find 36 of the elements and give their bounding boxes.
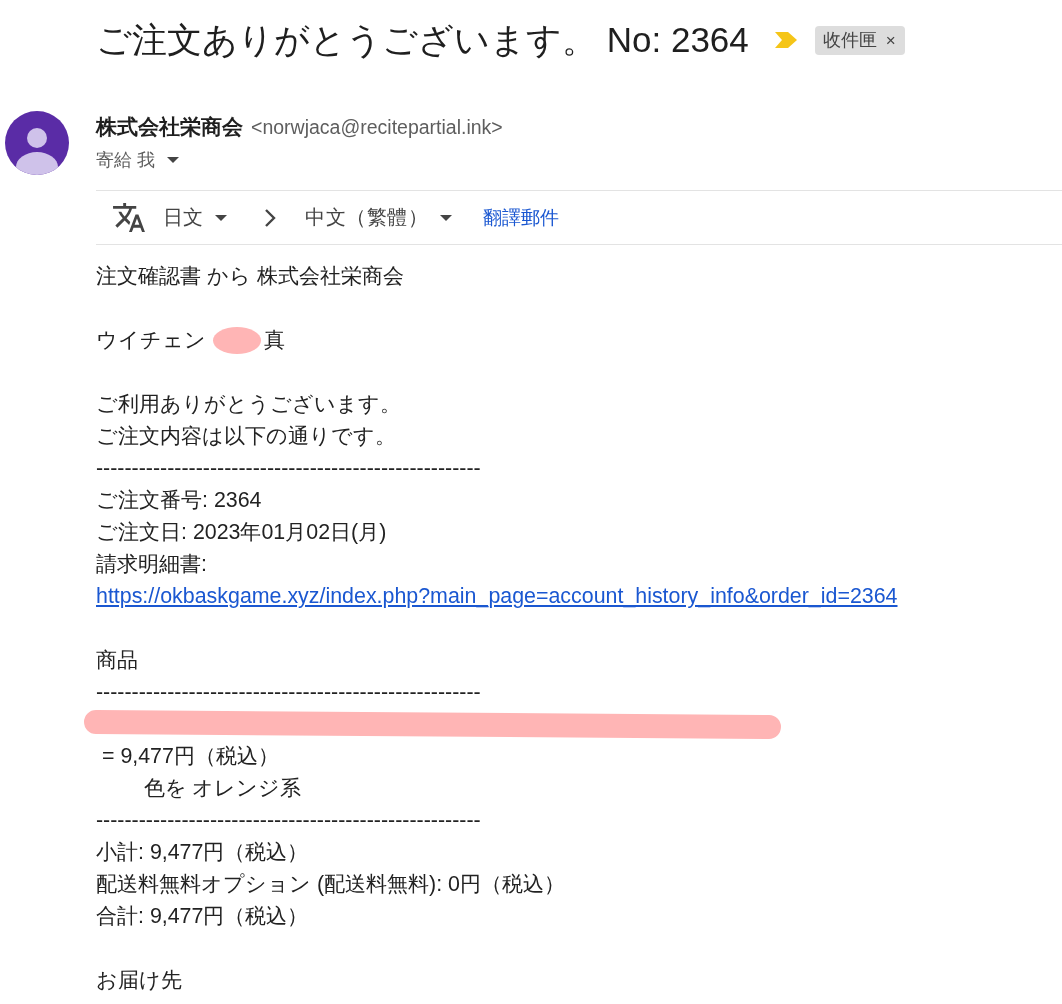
email-subject: ご注文ありがとうございます。 No: 2364 [96,19,749,61]
importance-marker-icon[interactable] [774,32,797,48]
body-text: 小計: 9,477円（税込） [96,840,309,864]
caret-icon [440,214,452,221]
body-text: 請求明細書: [96,552,207,576]
customer-name: ウイチェン [96,327,206,354]
body-text: ご注文日: 2023年01月02日(月) [96,520,387,544]
body-text: 注文確認書 から 株式会社栄商会 [96,264,404,288]
avatar-icon [5,111,69,175]
source-language-dropdown[interactable]: 日文 [163,204,227,231]
caret-icon[interactable] [167,157,179,163]
translate-message-link[interactable]: 翻譯郵件 [483,204,559,231]
dashed-rule-text: ------------------------------------------------------ [96,456,481,480]
sender-email: <norwjaca@recitepartial.ink> [251,115,503,140]
dashed-rule-text: ------------------------------------------------------ [96,680,481,704]
translate-icon [113,203,145,232]
body-text: ご注文番号: 2364 [96,488,262,512]
caret-icon [215,214,227,221]
label-text[interactable]: 收件匣 [822,28,877,52]
body-text: 配送料無料オプション (配送料無料): 0円（税込） [96,872,565,896]
chevron-right-icon [264,207,276,228]
body-text: 色を オレンジ系 [142,776,302,800]
redaction-mark [213,326,261,354]
sender-name: 株式会社栄商会 [96,114,243,140]
body-text: ご利用ありがとうございます。 [96,392,401,416]
remove-label-button[interactable]: × [885,31,896,49]
body-text: ご注文内容は以下の通りです。 [96,424,396,448]
target-language-dropdown[interactable]: 中文（繁體） [305,204,452,231]
recipient-text: 寄給 我 [96,149,155,172]
order-link[interactable]: https://okbaskgame.xyz/index.php?main_page=account_history_info&order_id=2364 [96,584,898,608]
body-text: = 9,477円（税込） [100,744,279,768]
body-text: 商品 [96,648,138,672]
body-text: お届け先 [96,968,182,992]
customer-name: 真 [264,327,285,354]
body-text: 合計: 9,477円（税込） [96,904,309,928]
dashed-rule-text: ------------------------------------------------------ [96,808,481,832]
